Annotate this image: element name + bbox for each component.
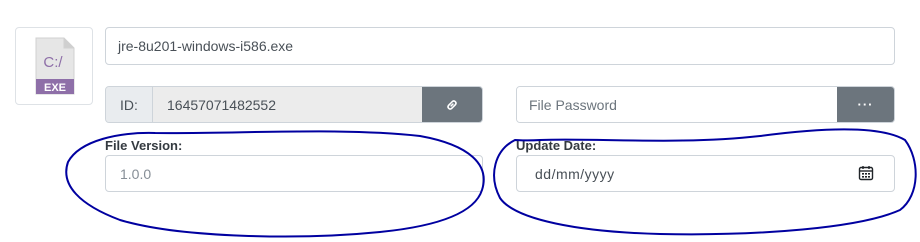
copy-link-button[interactable] xyxy=(422,87,482,122)
password-options-button[interactable]: ··· xyxy=(837,87,894,122)
file-type-icon-box: C:/ EXE xyxy=(15,27,93,105)
update-date-label: Update Date: xyxy=(516,138,597,153)
id-value: 16457071482552 xyxy=(153,87,422,122)
file-icon-label: C:/ xyxy=(43,54,63,71)
file-version-label: File Version: xyxy=(105,138,183,153)
file-icon-ext: EXE xyxy=(44,82,66,94)
update-date-placeholder: dd/mm/yyyy xyxy=(535,166,615,182)
update-date-input[interactable]: dd/mm/yyyy xyxy=(516,155,895,192)
file-password-group: ··· xyxy=(516,86,895,123)
calendar-icon[interactable] xyxy=(858,165,874,181)
id-label: ID: xyxy=(106,87,153,122)
file-name-field[interactable]: jre-8u201-windows-i586.exe xyxy=(105,27,895,65)
file-version-input[interactable]: 1.0.0 xyxy=(105,155,483,192)
link-icon xyxy=(447,99,457,110)
file-password-input[interactable] xyxy=(517,87,837,122)
exe-file-icon: C:/ EXE xyxy=(35,37,75,95)
id-input-group: ID: 16457071482552 xyxy=(105,86,483,123)
